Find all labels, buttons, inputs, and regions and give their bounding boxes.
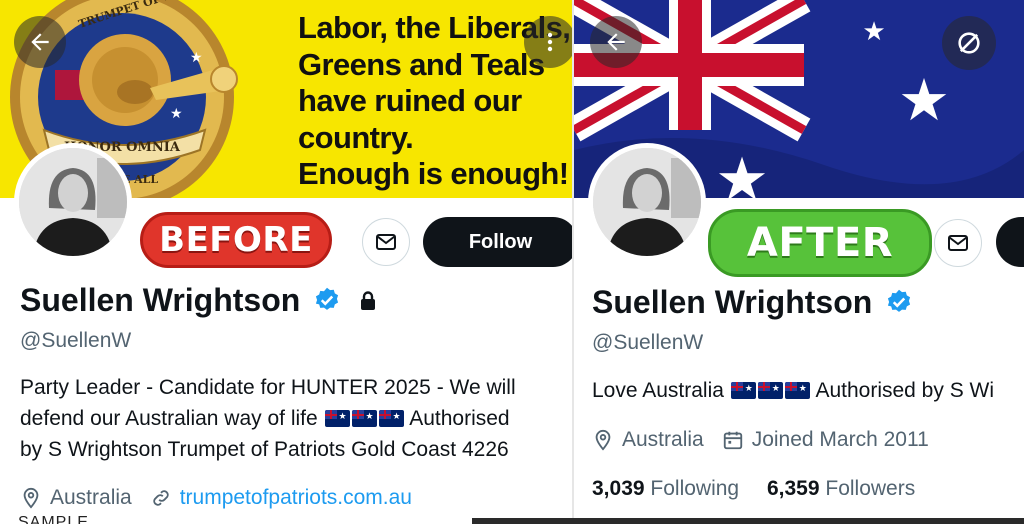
display-name: Suellen Wrightson [592, 284, 873, 320]
location-pin-icon [23, 487, 39, 509]
before-label: BEFORE [140, 212, 332, 268]
link-icon [153, 490, 169, 506]
message-button[interactable] [362, 218, 410, 266]
follow-button[interactable] [996, 217, 1024, 267]
display-name: Suellen Wrightson [20, 282, 301, 318]
bio-line: Party Leader - Candidate for HUNTER 2025… [20, 376, 516, 399]
bottom-edge [472, 518, 1024, 524]
banner-line: Enough is enough! [298, 156, 569, 191]
lock-icon [361, 291, 376, 310]
profile-photo [593, 148, 701, 256]
location-text: Australia [622, 428, 704, 451]
verified-badge-icon[interactable] [885, 288, 913, 316]
australian-flag-emojis [324, 410, 405, 427]
envelope-icon [948, 235, 968, 251]
arrow-left-icon [31, 33, 49, 51]
verified-badge-icon[interactable] [313, 286, 341, 314]
svg-text:★: ★ [715, 146, 769, 198]
username: @SuellenW [592, 331, 704, 354]
banner-line: have ruined our [298, 83, 522, 118]
location-pin-icon [595, 429, 611, 451]
after-label: AFTER [708, 209, 932, 277]
bio-line: by S Wrightson Trumpet of Patriots Gold … [20, 438, 509, 461]
follow-stats: 3,039 Following 6,359 Followers [592, 477, 915, 501]
location-text: Australia [50, 486, 132, 509]
cutoff-text: SAMPLE [18, 514, 89, 524]
arrow-left-icon [607, 33, 625, 51]
envelope-icon [376, 234, 396, 250]
svg-text:★: ★ [862, 16, 885, 46]
svg-text:★: ★ [898, 68, 950, 133]
calendar-icon [723, 431, 742, 450]
joined-date: Joined March 2011 [751, 428, 929, 451]
website-link[interactable]: trumpetofpatriots.com.au [180, 486, 412, 510]
bio: Party Leader - Candidate for HUNTER 2025… [20, 372, 574, 465]
more-button[interactable] [524, 16, 574, 68]
profile-meta: Australia Joined March 2011 [592, 428, 929, 452]
svg-text:★: ★ [190, 49, 203, 65]
avatar[interactable] [588, 143, 706, 261]
bio: Love Australia Authorised by S Wi [592, 375, 1024, 406]
following-stat[interactable]: 3,039 Following [592, 477, 739, 500]
svg-text:★: ★ [170, 105, 183, 121]
more-vertical-icon [547, 32, 553, 52]
slash-circle-icon [958, 32, 980, 54]
before-profile-panel: HONOR OMNIA ABOVE ALL TRUMPET OF PATRIOT… [0, 0, 574, 524]
username: @SuellenW [20, 329, 132, 352]
follow-button[interactable]: Follow [423, 217, 574, 267]
back-button[interactable] [590, 16, 642, 68]
back-button[interactable] [14, 16, 66, 68]
followers-stat[interactable]: 6,359 Followers [767, 477, 915, 500]
banner-line: country. [298, 119, 414, 155]
message-button[interactable] [934, 219, 982, 267]
bio-line: defend our Australian way of life Author… [20, 403, 574, 434]
profile-photo [19, 148, 127, 256]
profile-meta: Australia trumpetofpatriots.com.au [20, 486, 412, 510]
display-name-row: Suellen Wrightson [20, 282, 380, 319]
after-profile-panel: ★ ★ ★ AFTER Suellen Wrightson @SuellenW … [574, 0, 1024, 524]
unfollow-suggestions-button[interactable] [942, 16, 996, 70]
avatar[interactable] [14, 143, 132, 261]
display-name-row: Suellen Wrightson [592, 284, 913, 321]
australian-flag-emojis [730, 382, 811, 399]
